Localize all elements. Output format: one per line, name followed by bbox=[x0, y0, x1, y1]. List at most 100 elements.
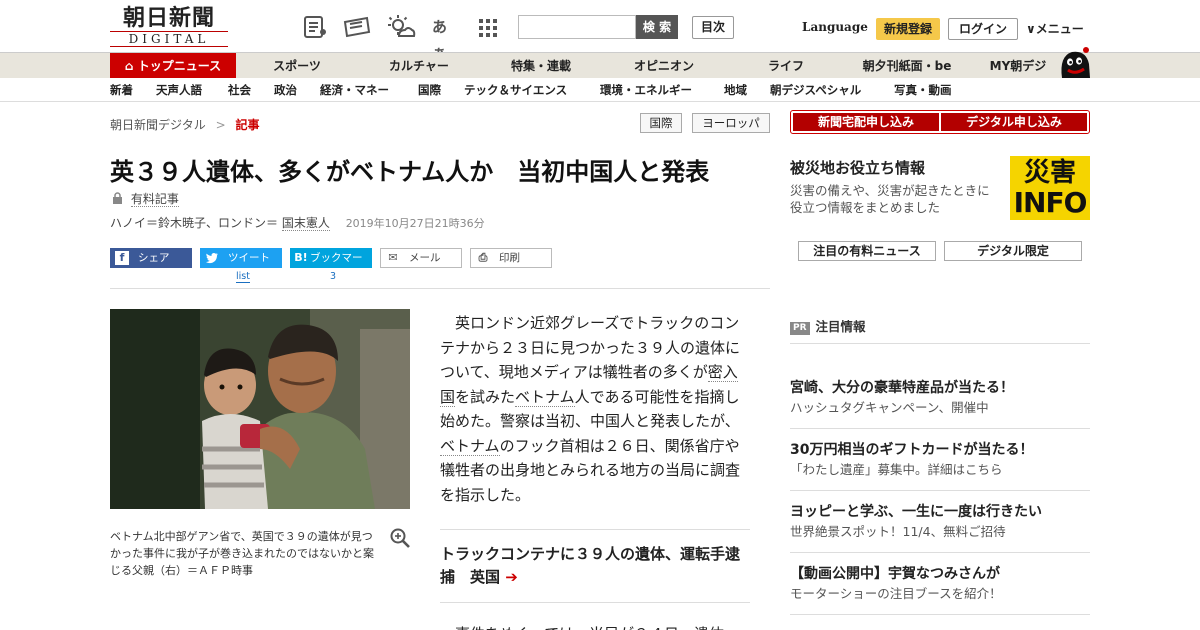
pr-heading-text: 注目情報 bbox=[815, 319, 866, 334]
nav-region[interactable]: 地域 bbox=[724, 78, 747, 102]
secondary-nav: 新着 天声人語 社会 政治 経済・マネー 国際 テック＆サイエンス 環境・エネル… bbox=[0, 78, 1200, 102]
register-button[interactable]: 新規登録 bbox=[876, 18, 940, 40]
disaster-info-badge[interactable]: 災害 INFO bbox=[1010, 156, 1090, 220]
facebook-share-button[interactable]: f シェア bbox=[110, 248, 192, 268]
twitter-bird-icon bbox=[205, 252, 218, 264]
tab-digital-only[interactable]: デジタル限定 bbox=[944, 241, 1082, 261]
body-text-2: を試みた bbox=[455, 387, 516, 406]
nav-features[interactable]: 特集・連載 bbox=[488, 53, 594, 79]
printer-icon: ⎙ bbox=[478, 251, 488, 264]
search-input[interactable] bbox=[518, 15, 636, 39]
related-article-link[interactable]: トラックコンテナに３９人の遺体、運転手逮捕 英国 ➔ bbox=[440, 543, 750, 589]
news-list-icon[interactable] bbox=[302, 14, 328, 40]
primary-nav: ⌂ トップニュース スポーツ カルチャー 特集・連載 オピニオン ライフ 朝夕刊… bbox=[0, 52, 1200, 79]
grid-icon[interactable] bbox=[478, 14, 498, 40]
nav-sports[interactable]: スポーツ bbox=[246, 53, 348, 79]
hatena-icon: B! bbox=[294, 251, 308, 264]
paid-article-label: 有料記事 bbox=[112, 190, 179, 207]
related-article-title: トラックコンテナに３９人の遺体、運転手逮捕 英国 bbox=[440, 545, 741, 586]
pr-badge: PR bbox=[790, 322, 810, 335]
menu-button[interactable]: ∨メニュー bbox=[1026, 20, 1084, 37]
tag-international[interactable]: 国際 bbox=[640, 113, 682, 133]
nav-my-asahi[interactable]: MY朝デジ bbox=[980, 53, 1056, 79]
breadcrumb-home[interactable]: 朝日新聞デジタル bbox=[110, 118, 206, 132]
nav-environment[interactable]: 環境・エネルギー bbox=[600, 78, 692, 102]
logo-japanese: 朝日新聞 bbox=[122, 5, 215, 31]
facebook-share-label: シェア bbox=[138, 252, 170, 264]
mascot-icon bbox=[1061, 47, 1090, 78]
related-divider-bottom bbox=[440, 602, 750, 603]
site-logo[interactable]: 朝日新聞 DIGITAL bbox=[110, 6, 228, 48]
nav-special[interactable]: 朝デジスペシャル bbox=[770, 78, 861, 102]
nav-tech[interactable]: テック＆サイエンス bbox=[464, 78, 567, 102]
nav-latest[interactable]: 新着 bbox=[110, 78, 133, 102]
digital-subscribe-button[interactable]: デジタル申し込み bbox=[941, 113, 1087, 131]
newspaper-subscribe-button[interactable]: 新聞宅配申し込み bbox=[793, 113, 939, 131]
disaster-badge-bottom: INFO bbox=[1013, 186, 1088, 219]
hatena-count[interactable]: 3 bbox=[330, 271, 336, 282]
pr-divider bbox=[790, 490, 1090, 491]
byline-author-link[interactable]: 国末憲人 bbox=[281, 216, 330, 231]
zoom-icon[interactable] bbox=[389, 527, 411, 549]
article-title: 英３９人遺体、多くがベトナム人か 当初中国人と発表 bbox=[110, 158, 710, 186]
nav-life[interactable]: ライフ bbox=[734, 53, 838, 79]
breadcrumb: 朝日新聞デジタル > 記事 bbox=[110, 116, 260, 133]
disaster-badge-top: 災害 bbox=[1023, 158, 1076, 188]
facebook-icon: f bbox=[115, 251, 129, 265]
lock-icon bbox=[113, 192, 122, 204]
nav-newspaper[interactable]: 朝夕刊紙面・be bbox=[852, 53, 962, 79]
nav-photo-video[interactable]: 写真・動画 bbox=[894, 78, 952, 102]
photo-caption: ベトナム北中部ゲアン省で、英国で３９の遺体が見つかった事件に我が子が巻き込まれた… bbox=[110, 530, 374, 577]
pr-item-title: 30万円相当のギフトカードが当たる！ bbox=[790, 442, 1034, 458]
related-divider-top bbox=[440, 529, 750, 530]
nav-tenseijingo[interactable]: 天声人語 bbox=[156, 78, 202, 102]
toc-button[interactable]: 目次 bbox=[692, 16, 734, 39]
twitter-count[interactable]: list bbox=[236, 271, 250, 283]
search-button[interactable]: 検 索 bbox=[636, 15, 678, 39]
nav-politics[interactable]: 政治 bbox=[274, 78, 297, 102]
mail-label: メール bbox=[409, 252, 441, 264]
body-text-1: 英ロンドン近郊グレーズでトラックのコンテナから２３日に見つかった３９人の遺体につ… bbox=[440, 314, 741, 381]
disaster-info-title[interactable]: 被災地お役立ち情報 bbox=[790, 157, 925, 178]
print-button[interactable]: ⎙ 印刷 bbox=[470, 248, 552, 268]
nav-top-news-label: トップニュース bbox=[137, 59, 222, 73]
pr-item[interactable]: 【動画公開中】宇賀なつみさんが モーターショーの注目ブースを紹介！ bbox=[790, 564, 1090, 604]
font-size-icon[interactable]: あぁ bbox=[432, 14, 458, 62]
pr-item-title: 宮崎、大分の豪華特産品が当たる！ bbox=[790, 380, 1014, 396]
subscription-bar: 新聞宅配申し込み デジタル申し込み bbox=[790, 110, 1090, 134]
article-photo[interactable] bbox=[110, 309, 410, 509]
tag-europe[interactable]: ヨーロッパ bbox=[692, 113, 770, 133]
pr-item[interactable]: ヨッピーと学ぶ、一生に一度は行きたい 世界絶景スポット！11/4、無料ご招待 bbox=[790, 502, 1090, 542]
language-link[interactable]: Language bbox=[802, 20, 868, 34]
pr-item[interactable]: 宮崎、大分の豪華特産品が当たる！ ハッシュタグキャンペーン、開催中 bbox=[790, 378, 1090, 418]
hatena-bookmark-button[interactable]: B! ブックマーク bbox=[290, 248, 372, 284]
paper-icon[interactable] bbox=[342, 14, 372, 40]
keyword-link-vietnam[interactable]: ベトナム bbox=[515, 387, 575, 407]
arrow-right-icon: ➔ bbox=[505, 568, 518, 586]
tab-paid-news[interactable]: 注目の有料ニュース bbox=[798, 241, 936, 261]
nav-culture[interactable]: カルチャー bbox=[366, 53, 472, 79]
disaster-info-desc: 災害の備えや、災害が起きたときに役立つ情報をまとめました bbox=[790, 183, 990, 215]
weather-icon[interactable] bbox=[386, 14, 416, 40]
print-label: 印刷 bbox=[499, 252, 520, 264]
paid-label-text[interactable]: 有料記事 bbox=[130, 192, 179, 207]
pr-divider bbox=[790, 614, 1090, 615]
divider bbox=[110, 288, 770, 289]
nav-opinion[interactable]: オピニオン bbox=[612, 53, 716, 79]
pr-item-sub: 「わたし遺産」募集中。詳細はこちら bbox=[790, 462, 1003, 477]
breadcrumb-separator: > bbox=[215, 118, 226, 132]
nav-top-news[interactable]: ⌂ トップニュース bbox=[110, 53, 236, 79]
pr-item[interactable]: 30万円相当のギフトカードが当たる！ 「わたし遺産」募集中。詳細はこちら bbox=[790, 440, 1090, 480]
keyword-link-vietnam-2[interactable]: ベトナム bbox=[440, 436, 500, 456]
twitter-share-button[interactable]: ツイート bbox=[200, 248, 282, 268]
nav-society[interactable]: 社会 bbox=[228, 78, 251, 102]
pr-item-title: ヨッピーと学ぶ、一生に一度は行きたい bbox=[790, 504, 1042, 520]
login-button[interactable]: ログイン bbox=[948, 18, 1018, 40]
mail-share-button[interactable]: ✉ メール bbox=[380, 248, 462, 268]
home-icon: ⌂ bbox=[124, 59, 134, 73]
pr-item-sub: ハッシュタグキャンペーン、開催中 bbox=[790, 400, 989, 415]
pr-item-sub: モーターショーの注目ブースを紹介！ bbox=[790, 586, 1002, 601]
nav-international[interactable]: 国際 bbox=[418, 78, 441, 102]
nav-economy[interactable]: 経済・マネー bbox=[320, 78, 389, 102]
pr-divider bbox=[790, 552, 1090, 553]
